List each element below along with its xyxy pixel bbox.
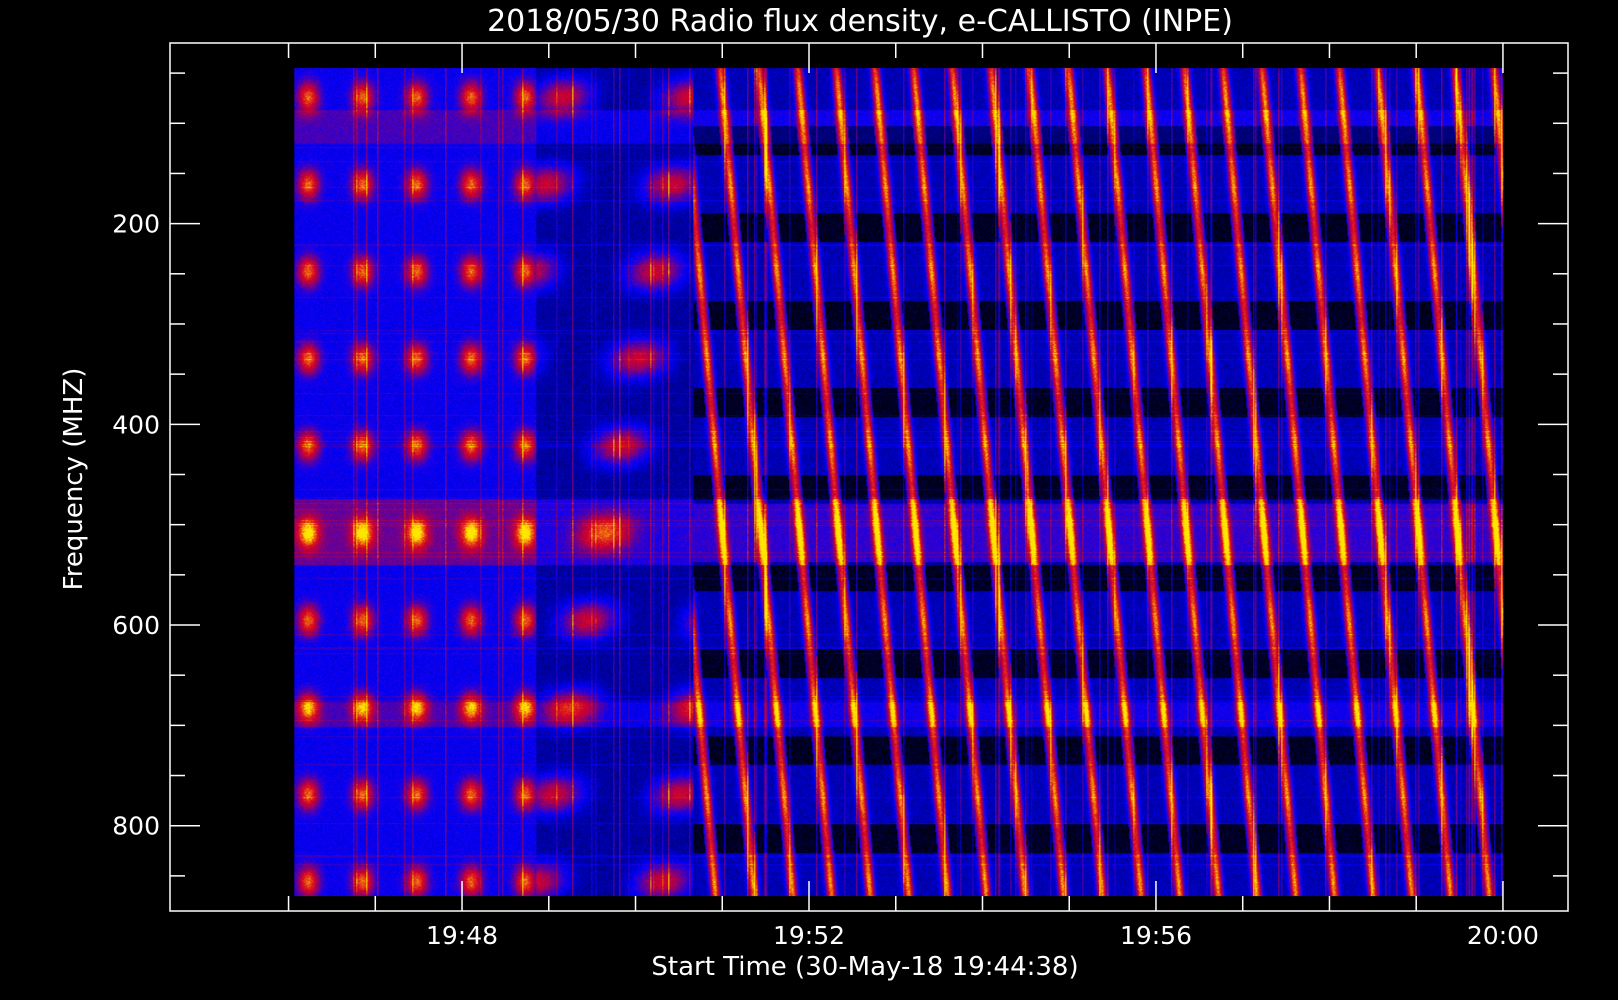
x-axis-label: Start Time (30-May-18 19:44:38) <box>651 952 1078 982</box>
chart-title: 2018/05/30 Radio flux density, e-CALLIST… <box>487 4 1233 39</box>
y-tick-label: 600 <box>112 611 160 640</box>
x-tick-label: 19:52 <box>773 921 845 950</box>
x-tick-label: 19:56 <box>1120 921 1192 950</box>
y-tick-label: 200 <box>112 210 160 239</box>
heatmap-image <box>294 68 1504 897</box>
spectrogram-chart: 2018/05/30 Radio flux density, e-CALLIST… <box>59 4 1569 982</box>
y-axis-label: Frequency (MHZ) <box>59 368 89 591</box>
x-tick-label: 19:48 <box>426 921 498 950</box>
x-tick-label: 20:00 <box>1467 921 1539 950</box>
y-tick-label: 800 <box>112 812 160 841</box>
y-tick-label: 400 <box>112 410 160 439</box>
spectrogram-image <box>294 68 1504 897</box>
